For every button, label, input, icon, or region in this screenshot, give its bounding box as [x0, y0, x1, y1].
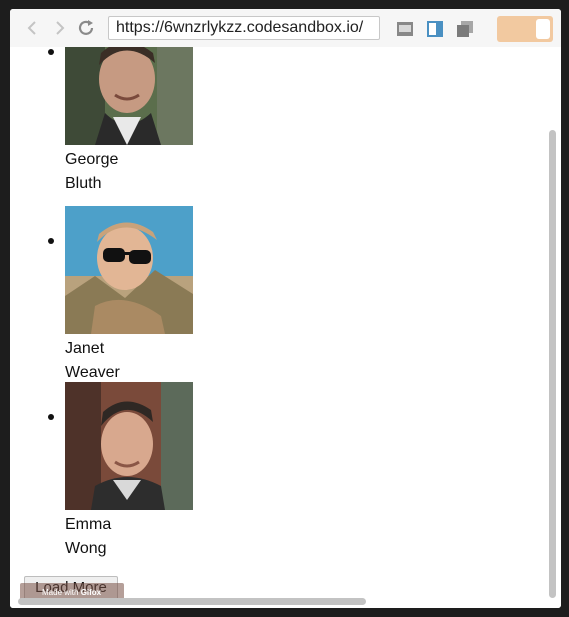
chevron-left-icon[interactable] — [24, 19, 42, 37]
last-name: Weaver — [65, 364, 120, 381]
sidebar-icon[interactable] — [426, 20, 444, 38]
last-name: Wong — [65, 540, 107, 557]
watermark-prefix: Made with — [42, 588, 81, 597]
last-name: Bluth — [65, 175, 102, 192]
list-bullet — [48, 238, 54, 244]
chevron-right-icon[interactable] — [50, 19, 68, 37]
list-item: Emma Wong — [10, 382, 210, 558]
horizontal-scrollbar-thumb[interactable] — [18, 598, 366, 605]
list-bullet — [48, 49, 54, 55]
browser-window: https://6wnzrlykzz.codesandbox.io/ Georg… — [10, 9, 561, 608]
page-viewport: George Bluth Janet Weaver Emma Wong Made… — [10, 47, 561, 608]
avatar — [65, 382, 193, 510]
browser-toolbar: https://6wnzrlykzz.codesandbox.io/ — [10, 9, 561, 47]
first-name: George — [65, 151, 119, 168]
reload-icon[interactable] — [76, 18, 96, 38]
watermark-brand: Gifox — [80, 588, 102, 597]
toggle-knob — [536, 19, 550, 39]
avatar — [65, 47, 193, 145]
first-name: Emma — [65, 516, 112, 533]
list-bullet — [48, 414, 54, 420]
avatar — [65, 206, 193, 334]
reader-view-icon[interactable] — [396, 20, 414, 38]
vertical-scrollbar-thumb[interactable] — [549, 130, 556, 598]
address-bar[interactable]: https://6wnzrlykzz.codesandbox.io/ — [108, 16, 380, 40]
first-name: Janet — [65, 340, 105, 357]
list-item: George Bluth — [10, 47, 210, 193]
tabs-overview-icon[interactable] — [456, 20, 474, 38]
list-item: Janet Weaver — [10, 206, 210, 382]
extension-toggle[interactable] — [497, 16, 553, 42]
